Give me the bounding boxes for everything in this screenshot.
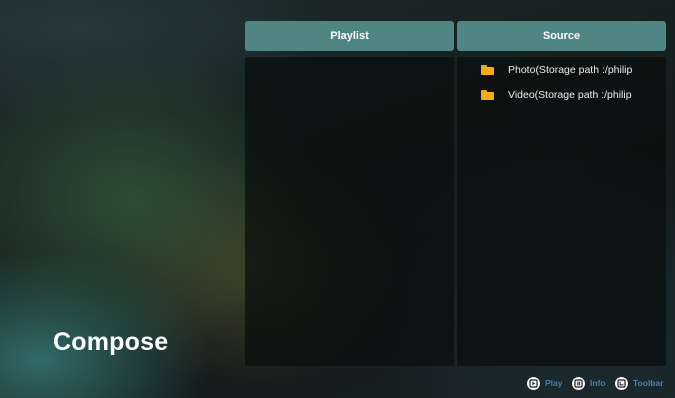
playlist-header-label: Playlist	[330, 30, 369, 42]
playlist-header[interactable]: Playlist	[245, 21, 454, 51]
toolbar-button-icon	[615, 376, 628, 390]
toolbar-hint-label: Toolbar	[633, 378, 664, 388]
play-button-icon	[527, 376, 540, 390]
info-hint-label: Info	[590, 378, 606, 388]
folder-icon	[481, 65, 494, 75]
source-item-video[interactable]: Video(Storage path :/philip	[481, 88, 661, 102]
info-hint[interactable]: Info	[572, 376, 606, 390]
page-title: Compose	[53, 328, 169, 356]
source-header[interactable]: Source	[457, 21, 666, 51]
folder-icon	[481, 90, 494, 100]
play-hint-label: Play	[545, 378, 563, 388]
play-hint[interactable]: Play	[527, 376, 563, 390]
source-item-label: Photo(Storage path :/philip	[508, 64, 632, 76]
source-item-label: Video(Storage path :/philip	[508, 89, 632, 101]
playlist-panel[interactable]	[245, 57, 454, 366]
info-button-icon	[572, 376, 585, 390]
source-item-photo[interactable]: Photo(Storage path :/philip	[481, 63, 661, 77]
source-header-label: Source	[542, 30, 581, 42]
source-panel: Photo(Storage path :/philip Video(Storag…	[457, 57, 666, 366]
toolbar-hint[interactable]: Toolbar	[615, 376, 664, 390]
